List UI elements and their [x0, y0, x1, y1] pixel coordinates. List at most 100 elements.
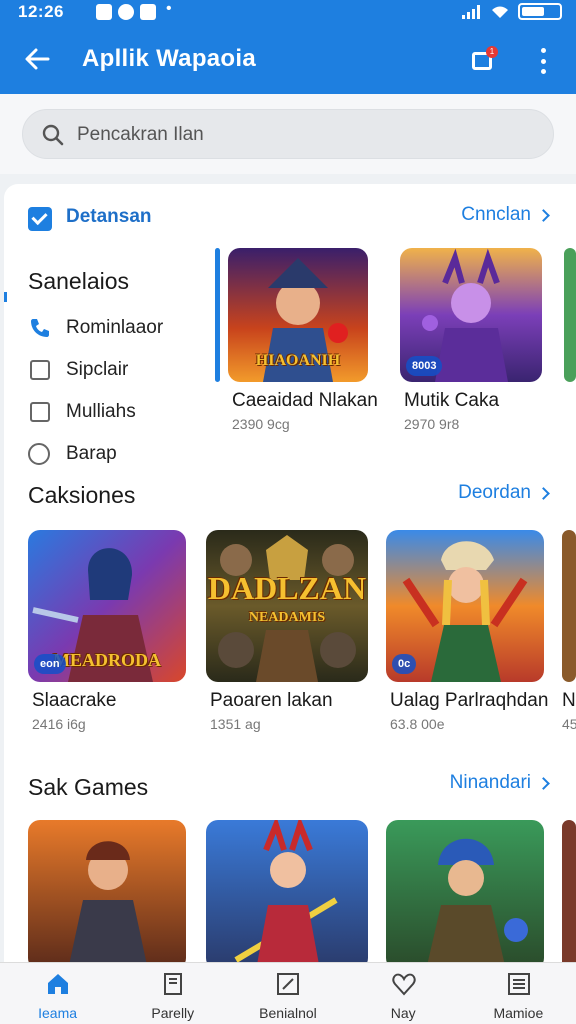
notification-button[interactable]: 1	[470, 46, 498, 72]
scroll-indicator	[4, 292, 7, 302]
nav-label: Nay	[390, 1005, 416, 1021]
categories-link-label: Deordan	[458, 482, 531, 503]
nav-edit[interactable]: Benialnol	[230, 963, 345, 1024]
filter-label: Rominlaaor	[66, 317, 164, 338]
search-icon	[42, 124, 64, 146]
chevron-right-icon	[537, 208, 550, 222]
search-input[interactable]	[77, 118, 537, 152]
status-right	[462, 3, 562, 20]
app-status-icon	[118, 4, 134, 20]
game-card[interactable]: 8003 Mutik Caka 2970 9r8	[400, 248, 550, 438]
game-card[interactable]	[28, 820, 188, 964]
game-name: Paoaren lakan	[210, 690, 333, 711]
sak-games-see-all-link[interactable]: Ninandari	[449, 772, 550, 794]
selection-indicator	[215, 248, 220, 382]
edit-icon	[277, 973, 300, 995]
game-card[interactable]: 0c Ualag Parlraqhdan 63.8 00e	[386, 530, 556, 732]
filter-radio[interactable]	[28, 443, 50, 465]
main-content: Detansan Cnnclan Sanelaios Rominlaaor Si…	[4, 184, 576, 964]
search-bar[interactable]	[22, 109, 554, 159]
signal-icon	[462, 4, 482, 19]
nav-home[interactable]: Ieama	[0, 963, 115, 1024]
wifi-icon	[492, 6, 508, 18]
game-size: 2416 i6g	[32, 716, 86, 732]
game-thumbnail: MEADRODA eon	[28, 530, 186, 682]
game-thumbnail: 8003	[400, 248, 542, 382]
game-thumbnail: 0c	[386, 530, 544, 682]
sak-games-title: Sak Games	[28, 774, 149, 800]
game-tag: 8003	[406, 356, 443, 376]
menu-icon	[507, 973, 530, 995]
filter-item[interactable]: Mulliahs	[28, 398, 136, 426]
battery-icon	[518, 3, 562, 20]
game-card[interactable]: DADLZAN NEADAMIS Paoaren lakan 1351 ag	[206, 530, 376, 732]
game-title-art: HIAOANIH	[255, 352, 341, 369]
filter-item[interactable]: Barap	[28, 440, 117, 468]
game-title-art: DADLZAN	[207, 570, 367, 606]
game-thumbnail: DADLZAN NEADAMIS	[206, 530, 368, 682]
game-subtitle-art: NEADAMIS	[248, 610, 326, 625]
game-name: N	[562, 690, 576, 711]
filter-checkbox[interactable]	[30, 360, 50, 380]
game-name: Mutik Caka	[404, 390, 500, 411]
featured-link-label: Cnnclan	[461, 204, 531, 225]
game-thumbnail	[562, 820, 576, 964]
game-thumbnail	[386, 820, 544, 964]
game-thumbnail: HIAOANIH	[228, 248, 368, 382]
filter-checkbox[interactable]	[30, 402, 50, 422]
game-name: Ualag Parlraqhdan	[390, 690, 549, 711]
categories-see-all-link[interactable]: Deordan	[458, 482, 550, 504]
book-icon	[164, 973, 183, 995]
filter-item[interactable]: Rominlaaor	[28, 314, 163, 342]
game-card-partial[interactable]	[564, 248, 576, 438]
game-thumbnail	[28, 820, 186, 964]
chevron-right-icon	[537, 776, 550, 790]
nav-label: Parelly	[151, 1005, 195, 1021]
game-name: Slaacrake	[32, 690, 117, 711]
sak-games-link-label: Ninandari	[449, 772, 531, 793]
nav-label: Ieama	[38, 1005, 78, 1021]
game-tag: eon	[34, 654, 66, 674]
game-thumbnail	[564, 248, 576, 382]
notification-badge: 1	[486, 46, 498, 58]
featured-see-all-link[interactable]: Cnnclan	[461, 204, 550, 226]
featured-checkbox-icon[interactable]	[28, 207, 52, 231]
status-time: 12:26	[18, 2, 64, 21]
filter-label: Barap	[66, 443, 117, 464]
categories-title: Caksiones	[28, 482, 136, 508]
filter-label: Sipclair	[66, 359, 129, 380]
nav-favorites[interactable]: Nay	[346, 963, 461, 1024]
game-card-partial[interactable]: N 45	[562, 530, 576, 732]
game-card-partial[interactable]	[562, 820, 576, 964]
nav-book[interactable]: Parelly	[115, 963, 230, 1024]
game-card[interactable]	[206, 820, 370, 964]
top-app-bar: 12:26 • Apllik Wapaoia 1	[0, 0, 576, 94]
app-title: Apllik Wapaoia	[82, 45, 257, 72]
game-size: 45	[562, 716, 576, 732]
overflow-menu-icon[interactable]	[536, 48, 550, 74]
chevron-right-icon	[537, 486, 550, 500]
message-icon	[140, 4, 156, 20]
game-size: 1351 ag	[210, 716, 261, 732]
back-arrow-icon[interactable]	[22, 44, 52, 74]
game-name: Caeaidad Nlakan	[232, 390, 378, 411]
nav-label: Mamioe	[493, 1005, 544, 1021]
game-size: 2970 9r8	[404, 416, 460, 432]
bottom-navigation: Ieama Parelly Benialnol Nay Mamioe	[0, 962, 576, 1024]
game-size: 63.8 00e	[390, 716, 445, 732]
filters-title: Sanelaios	[28, 268, 130, 294]
filter-label: Mulliahs	[66, 401, 136, 422]
search-area	[0, 94, 576, 174]
nav-menu[interactable]: Mamioe	[461, 963, 576, 1024]
game-card[interactable]	[386, 820, 546, 964]
filter-item[interactable]: Sipclair	[28, 356, 128, 384]
game-card[interactable]: MEADRODA eon Slaacrake 2416 i6g	[28, 530, 198, 732]
phone-icon	[31, 319, 49, 337]
game-size: 2390 9cg	[232, 416, 290, 432]
game-thumbnail	[562, 530, 576, 682]
status-bar: 12:26 •	[0, 0, 576, 26]
home-icon	[48, 974, 68, 994]
heart-icon	[391, 973, 416, 996]
image-icon	[96, 4, 112, 20]
game-card[interactable]: HIAOANIH Caeaidad Nlakan 2390 9cg	[228, 248, 378, 438]
